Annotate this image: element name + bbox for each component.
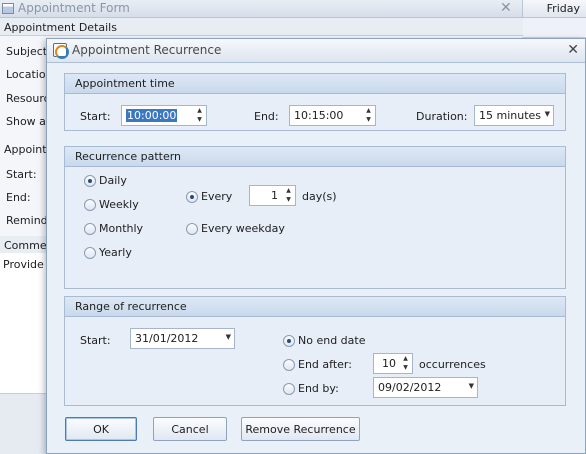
duration-label: Duration: [416,110,468,123]
no-end-date-label[interactable]: No end date [298,334,365,347]
every-weekday-radio[interactable] [186,223,198,235]
end-by-date-value: 09/02/2012 [378,381,442,394]
end-time-label: End: [254,110,279,123]
range-of-recurrence-group: Range of recurrence Start: 31/01/2012 ▼ … [64,296,566,406]
start-label: Start: [6,168,37,181]
range-start-date-value: 31/01/2012 [135,332,199,345]
duration-value: 15 minutes [479,109,542,122]
day-header: Friday [522,0,586,18]
close-icon[interactable]: ✕ [567,42,579,58]
end-by-date-input[interactable]: 09/02/2012 ▼ [373,377,478,398]
weekly-radio[interactable] [84,199,96,211]
end-time-value: 10:15:00 [294,109,344,122]
yearly-radio[interactable] [84,247,96,259]
range-header: Range of recurrence [65,297,565,317]
daily-radio[interactable] [84,175,96,187]
chevron-down-icon: ▼ [544,110,550,118]
show-as-label: Show as [6,115,52,128]
every-days-value: 1 [271,189,278,202]
appointment-form-titlebar: Appointment Form [0,0,523,18]
range-start-label: Start: [80,334,111,347]
end-time-spinner[interactable]: ▲ ▼ [362,106,375,125]
dialog-titlebar: Appointment Recurrence ✕ [47,39,585,63]
duration-select[interactable]: 15 minutes ▼ [474,105,554,126]
appointment-form-title: Appointment Form [18,1,130,15]
end-after-radio[interactable] [283,359,295,371]
cancel-button[interactable]: Cancel [153,417,227,441]
start-time-value: 10:00:00 [126,109,178,122]
subject-label: Subject: [6,45,51,58]
every-days-spinner[interactable]: ▲ ▼ [282,186,295,205]
every-label: Every [201,190,233,203]
appointment-time-header: Appointment time [65,74,565,94]
every-days-input[interactable]: 1 ▲ ▼ [249,185,296,206]
ok-button[interactable]: OK [65,417,137,441]
day-column [522,18,586,38]
form-footer [0,393,46,454]
end-time-input[interactable]: 10:15:00 ▲ ▼ [289,105,376,126]
every-n-days-radio[interactable] [186,191,198,203]
end-after-value: 10 [382,357,396,370]
appointment-recurrence-dialog: Appointment Recurrence ✕ Appointment tim… [46,38,586,454]
start-time-label: Start: [80,110,111,123]
end-by-label[interactable]: End by: [298,382,339,395]
monthly-radio[interactable] [84,223,96,235]
chevron-down-icon[interactable]: ▼ [226,333,231,341]
days-unit-label: day(s) [302,190,337,203]
daily-label[interactable]: Daily [99,174,127,187]
weekly-label[interactable]: Weekly [99,198,139,211]
every-weekday-label[interactable]: Every weekday [201,222,285,235]
end-after-spinner[interactable]: ▲ ▼ [399,354,412,373]
reminder-label: Remind [6,214,48,227]
start-time-input[interactable]: 10:00:00 ▲ ▼ [121,105,207,126]
chevron-down-icon[interactable]: ▼ [469,382,474,390]
occurrences-label: occurrences [419,358,486,371]
appointment-time-group: Appointment time Start: 10:00:00 ▲ ▼ End:… [64,73,566,131]
comments-area[interactable] [0,253,46,393]
recurrence-icon [53,43,69,59]
remove-recurrence-button[interactable]: Remove Recurrence [241,417,360,441]
end-by-radio[interactable] [283,383,295,395]
calendar-icon [2,3,14,14]
yearly-label[interactable]: Yearly [99,246,132,259]
dialog-title: Appointment Recurrence [72,43,222,57]
no-end-date-radio[interactable] [283,335,295,347]
appointment-details-section: Appointment Details [0,18,523,36]
end-after-input[interactable]: 10 ▲ ▼ [373,353,413,374]
end-after-label[interactable]: End after: [298,358,352,371]
range-start-date-input[interactable]: 31/01/2012 ▼ [130,328,235,349]
close-icon[interactable]: ✕ [500,0,512,16]
end-label: End: [6,191,31,204]
monthly-label[interactable]: Monthly [99,222,143,235]
start-time-spinner[interactable]: ▲ ▼ [193,106,206,125]
recurrence-pattern-header: Recurrence pattern [65,147,565,167]
recurrence-pattern-group: Recurrence pattern Daily Weekly Monthly … [64,146,566,289]
